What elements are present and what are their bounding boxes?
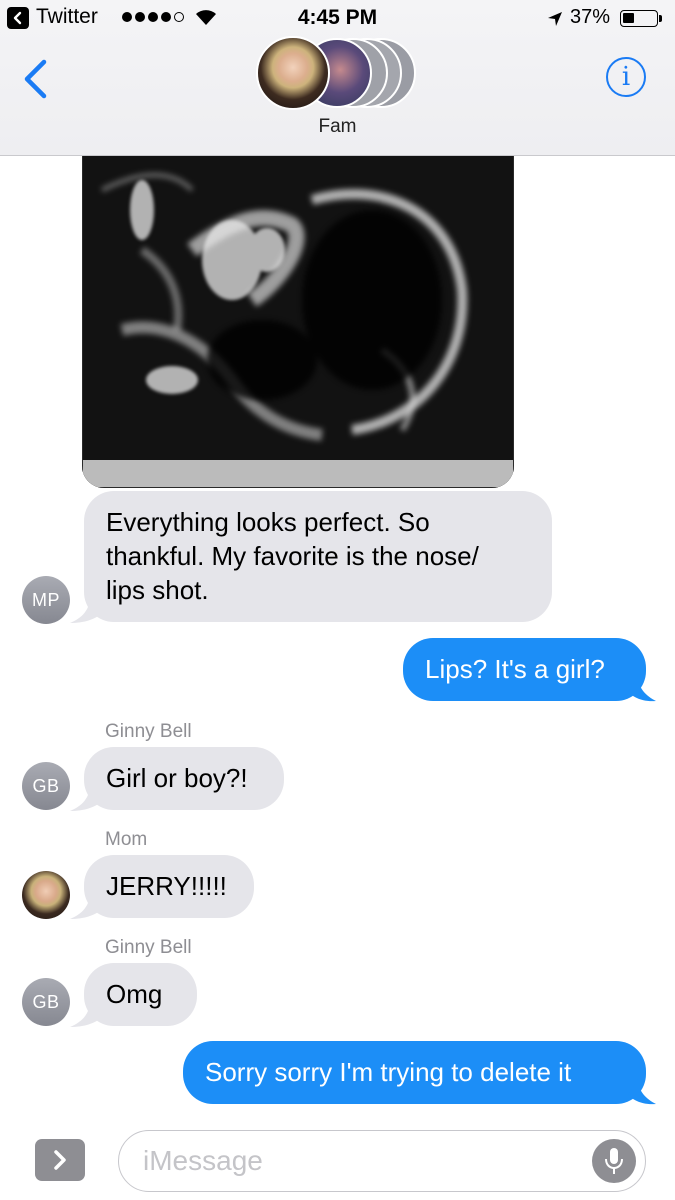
sender-avatar-photo[interactable] <box>22 871 70 919</box>
sender-avatar[interactable]: GB <box>22 978 70 1026</box>
sender-name: Mom <box>105 829 148 850</box>
status-bar: Twitter 4:45 PM 37% <box>0 0 675 36</box>
app-drawer-button[interactable] <box>35 1139 85 1181</box>
microphone-icon <box>605 1148 623 1174</box>
bubble-tail <box>628 1079 656 1105</box>
back-chevron-icon[interactable] <box>18 58 52 100</box>
incoming-message[interactable]: JERRY!!!!! <box>84 855 254 918</box>
message-line: lips shot. <box>106 575 209 605</box>
incoming-message[interactable]: Everything looks perfect. So thankful. M… <box>84 491 552 622</box>
chevron-right-icon <box>54 1150 66 1170</box>
bubble-tail <box>70 1000 104 1027</box>
battery-tip <box>659 15 662 22</box>
dictation-button[interactable] <box>592 1139 636 1183</box>
bubble-tail <box>70 596 104 623</box>
bubble-tail <box>70 892 104 919</box>
message-line: Everything looks perfect. So <box>106 507 430 537</box>
group-name[interactable]: Fam <box>0 116 675 138</box>
sender-name: Ginny Bell <box>105 937 192 958</box>
message-line: thankful. My favorite is the nose/ <box>106 541 479 571</box>
sender-name: Ginny Bell <box>105 721 192 742</box>
bubble-tail <box>628 676 656 702</box>
group-avatars[interactable] <box>256 36 426 110</box>
outgoing-message[interactable]: Sorry sorry I'm trying to delete it <box>183 1041 646 1104</box>
battery-fill <box>623 13 634 23</box>
ultrasound-image <box>82 130 514 488</box>
message-input[interactable]: iMessage <box>118 1130 646 1192</box>
location-arrow-icon <box>548 12 562 26</box>
message-input-placeholder: iMessage <box>143 1145 263 1176</box>
member-avatar-mom <box>256 36 330 110</box>
info-icon[interactable]: i <box>606 57 646 97</box>
battery-percentage: 37% <box>570 6 611 28</box>
conversation-header: Twitter 4:45 PM 37% Fam i <box>0 0 675 156</box>
sender-avatar[interactable]: GB <box>22 762 70 810</box>
battery-icon <box>620 10 658 27</box>
incoming-message[interactable]: Girl or boy?! <box>84 747 284 810</box>
outgoing-message[interactable]: Lips? It's a girl? <box>403 638 646 701</box>
bubble-tail <box>70 784 104 811</box>
sender-avatar[interactable]: MP <box>22 576 70 624</box>
ultrasound-photo[interactable] <box>82 130 514 488</box>
